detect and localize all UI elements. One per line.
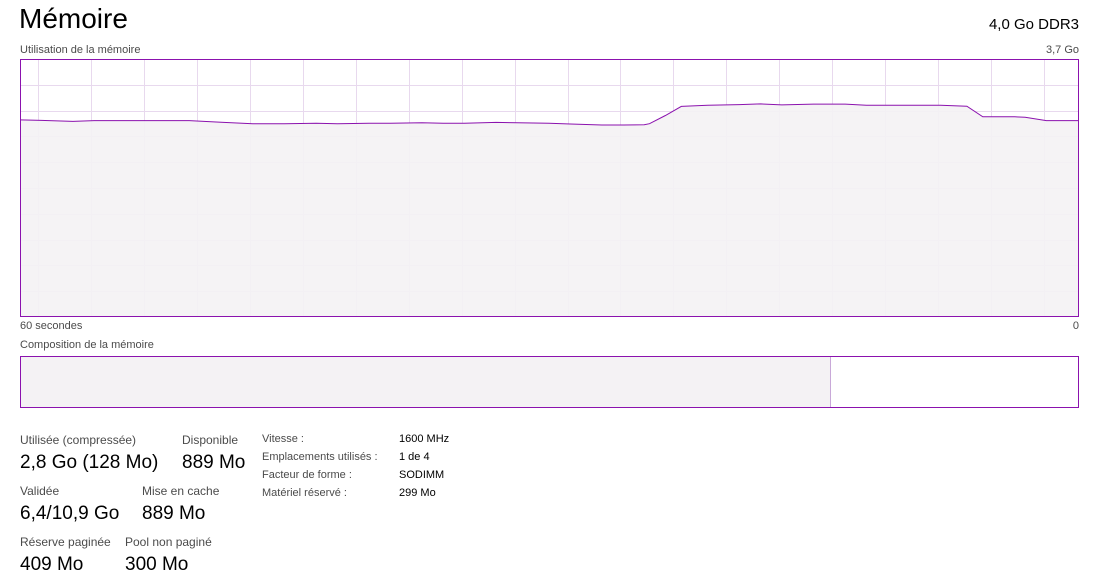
memory-usage-chart[interactable]	[20, 59, 1079, 317]
form-factor-label: Facteur de forme :	[262, 469, 352, 481]
used-label: Utilisée (compressée)	[20, 433, 137, 447]
committed-label: Validée	[20, 484, 60, 498]
form-factor-value: SODIMM	[399, 469, 445, 481]
cached-label: Mise en cache	[142, 484, 220, 498]
speed-label: Vitesse :	[262, 433, 304, 445]
slots-used-label: Emplacements utilisés :	[262, 451, 378, 463]
paged-pool-label: Réserve paginée	[20, 535, 111, 549]
chart-time-end-label: 0	[1072, 320, 1079, 332]
chart-time-start-label: 60 secondes	[20, 320, 83, 332]
page-title: Mémoire	[19, 3, 128, 34]
nonpaged-pool-label: Pool non paginé	[125, 535, 212, 549]
memory-composition-bar[interactable]	[20, 356, 1079, 408]
paged-pool-value: 409 Mo	[20, 554, 84, 575]
hardware-reserved-label: Matériel réservé :	[262, 487, 347, 499]
slots-used-value: 1 de 4	[399, 451, 430, 463]
available-value: 889 Mo	[182, 452, 246, 473]
used-value: 2,8 Go (128 Mo)	[20, 452, 159, 473]
usage-chart-label: Utilisation de la mémoire	[20, 44, 141, 56]
composition-in-use-segment[interactable]	[21, 357, 831, 407]
composition-label: Composition de la mémoire	[20, 339, 154, 351]
hardware-reserved-value: 299 Mo	[399, 487, 436, 499]
committed-value: 6,4/10,9 Go	[20, 503, 120, 524]
cached-value: 889 Mo	[142, 503, 206, 524]
usage-chart-max-label: 3,7 Go	[1045, 44, 1079, 56]
available-label: Disponible	[182, 433, 239, 447]
memory-spec: 4,0 Go DDR3	[988, 16, 1079, 33]
speed-value: 1600 MHz	[399, 433, 450, 445]
nonpaged-pool-value: 300 Mo	[125, 554, 189, 575]
usage-area	[20, 103, 1078, 317]
